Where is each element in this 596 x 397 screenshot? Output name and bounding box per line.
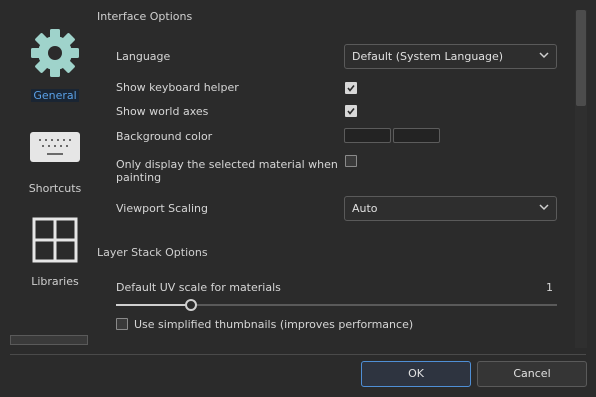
uv-scale-slider-fill <box>116 304 191 306</box>
language-select[interactable]: Default (System Language) <box>344 44 557 69</box>
grid-icon <box>32 217 78 263</box>
interface-options-heading: Interface Options <box>97 10 193 23</box>
chevron-down-icon <box>539 52 549 59</box>
nav-horizontal-scrollbar[interactable] <box>10 335 88 345</box>
nav-item-libraries[interactable]: Libraries <box>10 215 100 293</box>
uv-scale-label: Default UV scale for materials <box>116 281 281 294</box>
chevron-down-icon <box>539 204 549 211</box>
language-select-value: Default (System Language) <box>352 50 504 63</box>
vertical-scrollbar-thumb[interactable] <box>576 10 586 106</box>
uv-scale-slider-handle[interactable] <box>184 299 197 311</box>
viewport-scaling-value: Auto <box>352 202 378 215</box>
background-color-swatch-2[interactable] <box>393 128 440 143</box>
footer-divider <box>10 354 586 355</box>
language-label: Language <box>116 50 171 63</box>
world-axes-checkbox[interactable] <box>345 105 357 117</box>
nav-item-shortcuts[interactable]: Shortcuts <box>10 128 100 198</box>
uv-scale-value: 1 <box>546 281 553 294</box>
viewport-scaling-label: Viewport Scaling <box>116 202 208 215</box>
background-color-label: Background color <box>116 130 213 143</box>
simplified-thumbnails-label: Use simplified thumbnails (improves perf… <box>134 318 414 331</box>
vertical-scrollbar[interactable] <box>575 10 587 348</box>
nav-general-label: General <box>31 89 79 102</box>
keyboard-helper-label: Show keyboard helper <box>116 81 239 94</box>
uv-scale-slider[interactable] <box>116 299 557 311</box>
only-selected-material-label: Only display the selected material when … <box>116 158 338 184</box>
simplified-thumbnails-checkbox[interactable] <box>116 318 128 330</box>
nav-libraries-label: Libraries <box>31 275 79 288</box>
keyboard-helper-checkbox[interactable] <box>345 82 357 94</box>
world-axes-label: Show world axes <box>116 105 209 118</box>
background-color-swatch-1[interactable] <box>344 128 391 143</box>
keyboard-icon <box>30 132 80 162</box>
gear-icon <box>31 29 79 77</box>
cancel-button[interactable]: Cancel <box>477 361 587 387</box>
checkmark-icon <box>347 85 355 92</box>
nav-shortcuts-label: Shortcuts <box>28 182 82 195</box>
viewport-scaling-select[interactable]: Auto <box>344 196 557 221</box>
ok-button[interactable]: OK <box>361 361 471 387</box>
checkmark-icon <box>347 108 355 115</box>
nav-item-general[interactable]: General <box>10 25 100 105</box>
only-selected-material-checkbox[interactable] <box>345 155 357 167</box>
layer-stack-options-heading: Layer Stack Options <box>97 246 208 259</box>
